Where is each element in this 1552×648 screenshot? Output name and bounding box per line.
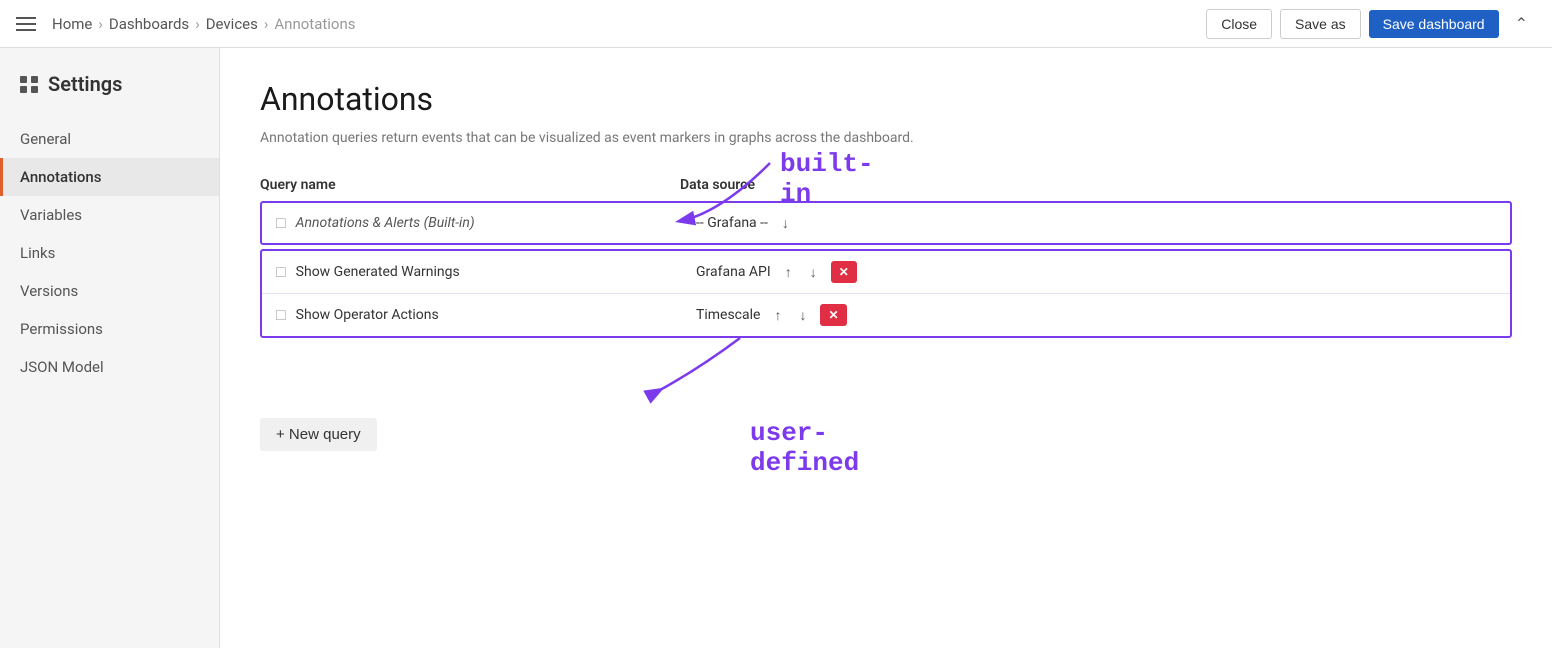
user-row-2-left: □ Show Operator Actions — [276, 305, 696, 325]
breadcrumb-sep-2: › — [195, 15, 200, 33]
user-row-1-name: Show Generated Warnings — [296, 264, 460, 280]
annotation-icon-user2: □ — [276, 305, 286, 325]
user-annotation-row-2[interactable]: □ Show Operator Actions Timescale ↑ ↓ ✕ — [262, 294, 1510, 336]
user-row-1-datasource: Grafana API — [696, 264, 771, 280]
breadcrumb-home[interactable]: Home — [52, 15, 92, 33]
save-dashboard-button[interactable]: Save dashboard — [1369, 10, 1499, 38]
topbar-right: Close Save as Save dashboard ⌃ — [1206, 8, 1536, 40]
annotation-icon-builtin: □ — [276, 213, 286, 233]
save-as-button[interactable]: Save as — [1280, 9, 1361, 39]
page-title: Annotations — [260, 80, 1512, 118]
builtin-down-arrow[interactable]: ↓ — [778, 213, 793, 233]
close-button[interactable]: Close — [1206, 9, 1272, 39]
user-row-2-delete-button[interactable]: ✕ — [820, 304, 846, 326]
sidebar-nav: General Annotations Variables Links Vers… — [0, 120, 219, 386]
userdefined-arrow-svg — [620, 328, 780, 408]
page-description: Annotation queries return events that ca… — [260, 128, 960, 149]
topbar-left: Home › Dashboards › Devices › Annotation… — [16, 15, 356, 33]
collapse-button[interactable]: ⌃ — [1507, 8, 1536, 40]
rows-wrapper: □ Annotations & Alerts (Built-in) -- Gra… — [260, 201, 1512, 338]
builtin-row-right: -- Grafana -- ↓ — [696, 213, 1496, 233]
user-annotation-row-1[interactable]: □ Show Generated Warnings Grafana API ↑ … — [262, 251, 1510, 294]
sidebar-title-text: Settings — [48, 72, 122, 96]
annotation-icon-user1: □ — [276, 262, 286, 282]
builtin-row-left: □ Annotations & Alerts (Built-in) — [276, 213, 696, 233]
topbar: Home › Dashboards › Devices › Annotation… — [0, 0, 1552, 48]
builtin-annotation-row[interactable]: □ Annotations & Alerts (Built-in) -- Gra… — [260, 201, 1512, 245]
sidebar: Settings General Annotations Variables L… — [0, 48, 220, 648]
user-row-1-right: Grafana API ↑ ↓ ✕ — [696, 261, 1496, 283]
user-row-1-down-arrow[interactable]: ↓ — [806, 262, 821, 282]
sidebar-item-json-model[interactable]: JSON Model — [0, 348, 219, 386]
user-row-2-down-arrow[interactable]: ↓ — [795, 305, 810, 325]
sidebar-item-versions[interactable]: Versions — [0, 272, 219, 310]
breadcrumb-sep-3: › — [264, 15, 269, 33]
breadcrumb: Home › Dashboards › Devices › Annotation… — [52, 15, 356, 33]
user-row-1-up-arrow[interactable]: ↑ — [781, 262, 796, 282]
col-query-name-header: Query name — [260, 177, 680, 193]
builtin-row-name: Annotations & Alerts (Built-in) — [296, 215, 475, 231]
grid-icon — [20, 76, 38, 93]
new-query-button[interactable]: + New query — [260, 418, 377, 451]
main-content: Annotations Annotation queries return ev… — [220, 48, 1552, 648]
user-row-2-name: Show Operator Actions — [296, 307, 439, 323]
hamburger-menu[interactable] — [16, 17, 36, 31]
breadcrumb-current: Annotations — [274, 15, 355, 33]
breadcrumb-dashboards[interactable]: Dashboards — [109, 15, 189, 33]
sidebar-item-permissions[interactable]: Permissions — [0, 310, 219, 348]
user-row-2-right: Timescale ↑ ↓ ✕ — [696, 304, 1496, 326]
sidebar-item-variables[interactable]: Variables — [0, 196, 219, 234]
sidebar-item-general[interactable]: General — [0, 120, 219, 158]
userdefined-annotation-group: □ Show Generated Warnings Grafana API ↑ … — [260, 249, 1512, 338]
breadcrumb-devices[interactable]: Devices — [206, 15, 258, 33]
user-row-1-left: □ Show Generated Warnings — [276, 262, 696, 282]
sidebar-title: Settings — [0, 72, 219, 120]
user-row-2-up-arrow[interactable]: ↑ — [770, 305, 785, 325]
userdefined-callout-text: user-defined — [750, 418, 859, 478]
new-query-label: + New query — [276, 426, 361, 443]
annotations-table: Query name Data source □ Annotations & A… — [260, 177, 1512, 451]
sidebar-item-links[interactable]: Links — [0, 234, 219, 272]
layout: Settings General Annotations Variables L… — [0, 48, 1552, 648]
user-row-2-datasource: Timescale — [696, 307, 760, 323]
user-row-1-delete-button[interactable]: ✕ — [831, 261, 857, 283]
sidebar-item-annotations[interactable]: Annotations — [0, 158, 219, 196]
table-header: Query name Data source — [260, 177, 1512, 201]
col-datasource-header: Data source — [680, 177, 1512, 193]
breadcrumb-sep-1: › — [98, 15, 103, 33]
builtin-datasource: -- Grafana -- — [696, 215, 768, 231]
